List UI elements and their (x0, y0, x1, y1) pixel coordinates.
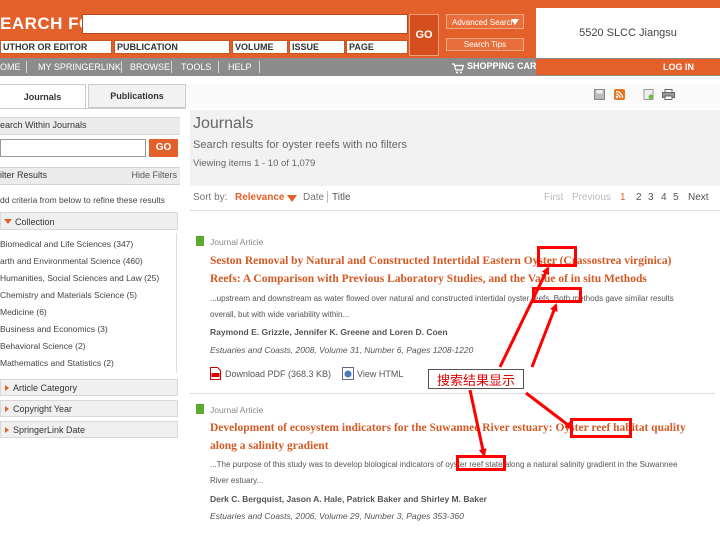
annotation-note: 搜索结果显示 (428, 369, 524, 389)
arrow-to-oyster-reef-title (525, 391, 574, 430)
arrow-to-oyster-title (498, 266, 550, 368)
arrow-to-oyster-reef-snippet (468, 389, 487, 457)
annotation-arrows (468, 266, 574, 457)
arrow-to-oyster-snippet (530, 303, 558, 368)
